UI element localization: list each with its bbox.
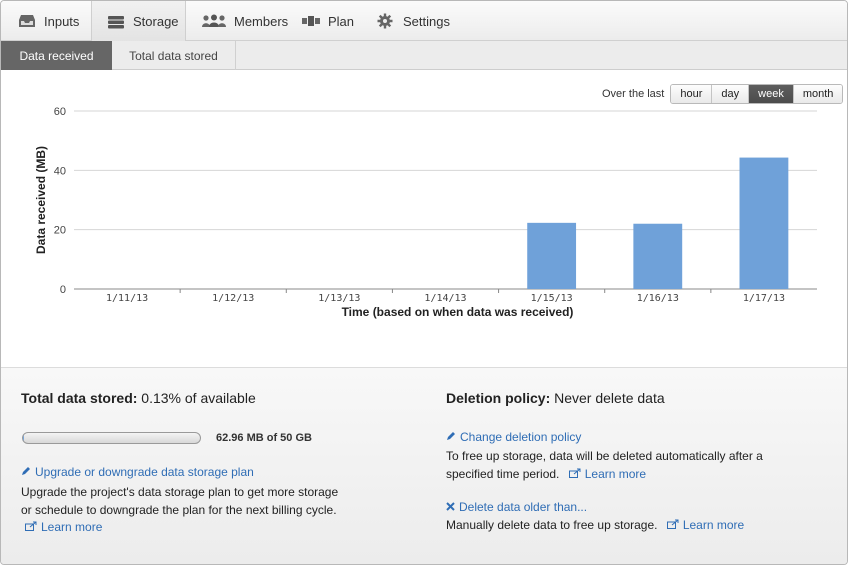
range-week-button[interactable]: week [748,85,793,103]
tab-data-received[interactable]: Data received [1,41,112,70]
x-axis-title: Time (based on when data was received) [342,305,574,319]
nav-label: Inputs [44,13,80,29]
chart-bar [527,222,577,289]
storage-learn-more-link[interactable]: Learn more [25,520,102,534]
storage-usage-text: 62.96 MB of 50 GB [216,432,312,444]
sub-tabs: Data received Total data stored [1,41,847,70]
deletion-learn-more-link[interactable]: Learn more [568,465,646,483]
x-tick-label: 1/11/13 [106,293,148,304]
chart-bar [633,223,683,289]
plan-icon [301,13,321,29]
range-month-button[interactable]: month [792,85,843,103]
range-hour-button[interactable]: hour [671,85,712,103]
x-tick-label: 1/16/13 [637,293,679,304]
app-frame: Inputs Storage Members Plan Settings Dat… [0,0,848,565]
inbox-icon [17,13,37,29]
x-tick-label: 1/17/13 [743,293,785,304]
delete-desc: Manually delete data to free up storage.… [446,516,745,534]
deletion-title: Deletion policy: Never delete data [446,390,665,406]
nav-settings[interactable]: Settings [376,1,450,41]
x-tick-label: 1/14/13 [424,293,466,304]
external-link-icon [568,465,581,483]
storage-summary: Total data stored: 0.13% of available 62… [1,367,847,564]
tab-total-data-stored[interactable]: Total data stored [112,41,236,70]
y-tick-label: 0 [60,284,66,296]
upgrade-desc-line1: Upgrade the project's data storage plan … [21,485,339,499]
storage-icon [106,14,126,30]
range-day-button[interactable]: day [711,85,749,103]
storage-progress-bar [22,432,201,444]
external-link-icon [25,520,37,534]
time-range-selector: Over the last hour day week month [602,84,844,104]
x-tick-label: 1/12/13 [212,293,254,304]
pencil-icon [446,430,456,444]
range-label: Over the last [602,88,665,100]
gear-icon [376,13,396,29]
change-desc-line2: specified time period. Learn more [446,465,647,483]
data-received-chart: 0 20 40 60 1/11/13 1/12/13 1/13/13 1/14/13 1/15/… [34,106,817,319]
chart-bar [739,157,789,289]
nav-storage[interactable]: Storage [91,1,186,42]
delete-learn-more-link[interactable]: Learn more [666,516,744,534]
people-icon [201,13,227,29]
change-desc-line1: To free up storage, data will be deleted… [446,449,763,463]
external-link-icon [666,516,679,534]
top-nav: Inputs Storage Members Plan Settings [1,1,847,42]
y-tick-label: 60 [54,106,66,118]
y-axis-title: Data received (MB) [34,146,48,254]
delete-older-data-link[interactable]: Delete data older than... [446,500,587,514]
nav-label: Settings [403,13,450,29]
nav-inputs[interactable]: Inputs [17,1,79,41]
y-tick-label: 40 [54,165,66,177]
upgrade-desc-line2: or schedule to downgrade the plan for th… [21,503,337,517]
change-deletion-policy-link[interactable]: Change deletion policy [446,430,581,444]
nav-label: Plan [328,13,355,29]
nav-label: Storage [133,14,179,29]
x-tick-label: 1/15/13 [531,293,573,304]
x-icon [446,500,455,514]
x-tick-label: 1/13/13 [318,293,360,304]
pencil-icon [21,465,31,479]
nav-plan[interactable]: Plan [301,1,354,41]
nav-members[interactable]: Members [201,1,288,41]
upgrade-plan-link[interactable]: Upgrade or downgrade data storage plan [21,465,254,479]
y-tick-label: 20 [54,225,66,237]
nav-label: Members [234,13,289,29]
chart-panel: 0 20 40 60 1/11/13 1/12/13 1/13/13 1/14/13 1/15/… [1,71,847,367]
storage-title: Total data stored: 0.13% of available [21,390,256,406]
storage-progress-fill [23,433,25,443]
range-buttons: hour day week month [670,84,844,104]
